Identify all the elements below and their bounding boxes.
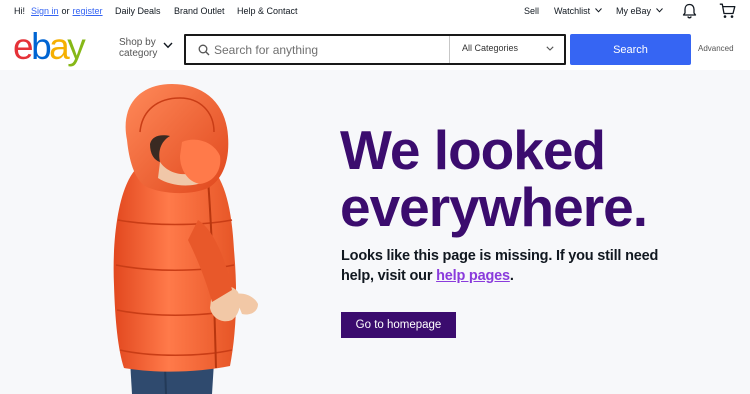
sell-link[interactable]: Sell bbox=[524, 6, 539, 16]
my-ebay-menu[interactable]: My eBay bbox=[616, 6, 663, 16]
brand-outlet-link[interactable]: Brand Outlet bbox=[174, 6, 225, 16]
search-button[interactable]: Search bbox=[570, 34, 691, 65]
headline-line1: We looked bbox=[340, 119, 606, 181]
headline-line2: everywhere. bbox=[340, 176, 648, 238]
top-utility-bar: Hi! Sign in or register Daily Deals Bran… bbox=[0, 0, 750, 22]
chevron-down-icon bbox=[546, 46, 554, 51]
search-icon bbox=[198, 44, 210, 56]
shop-by-line2: category bbox=[119, 48, 158, 59]
chevron-down-icon[interactable] bbox=[163, 42, 173, 49]
message-period: . bbox=[509, 268, 514, 284]
greeting-area: Hi! Sign in or register bbox=[14, 6, 103, 16]
child-in-orange-jacket-image bbox=[113, 84, 258, 394]
help-pages-link[interactable]: help pages bbox=[436, 268, 510, 284]
missing-page-message: Looks like this page is missing. If you … bbox=[341, 246, 681, 286]
go-to-homepage-button[interactable]: Go to homepage bbox=[341, 312, 456, 338]
error-hero: We looked everywhere. Looks like this pa… bbox=[0, 70, 750, 394]
my-ebay-label: My eBay bbox=[616, 6, 652, 16]
headline: We looked everywhere. bbox=[340, 122, 740, 236]
watchlist-label: Watchlist bbox=[554, 6, 591, 16]
shop-by-line1: Shop by bbox=[119, 37, 156, 48]
logo-letter-e: e bbox=[13, 26, 34, 67]
or-text: or bbox=[61, 6, 70, 16]
logo-letter-y: y bbox=[67, 26, 86, 67]
chevron-down-icon bbox=[655, 8, 663, 13]
cart-icon[interactable] bbox=[719, 3, 736, 19]
greeting-text: Hi! bbox=[14, 6, 25, 16]
search-box: All Categories bbox=[184, 34, 566, 65]
category-label: All Categories bbox=[462, 43, 519, 53]
chevron-down-icon bbox=[594, 8, 602, 13]
help-contact-link[interactable]: Help & Contact bbox=[237, 6, 298, 16]
watchlist-menu[interactable]: Watchlist bbox=[554, 6, 602, 16]
register-link[interactable]: register bbox=[73, 6, 103, 16]
advanced-search-link[interactable]: Advanced bbox=[698, 44, 734, 53]
search-input[interactable] bbox=[214, 41, 444, 59]
logo-letter-a: a bbox=[49, 26, 70, 67]
main-header: ebay Shop by category All Categories Sea… bbox=[0, 22, 750, 70]
category-select[interactable]: All Categories bbox=[449, 36, 564, 63]
sign-in-link[interactable]: Sign in bbox=[31, 6, 59, 16]
logo-letter-b: b bbox=[31, 26, 52, 67]
daily-deals-link[interactable]: Daily Deals bbox=[115, 6, 161, 16]
ebay-logo[interactable]: ebay bbox=[13, 26, 86, 67]
shop-by-category-button[interactable]: Shop by category bbox=[119, 37, 157, 59]
bell-icon[interactable] bbox=[682, 3, 697, 19]
